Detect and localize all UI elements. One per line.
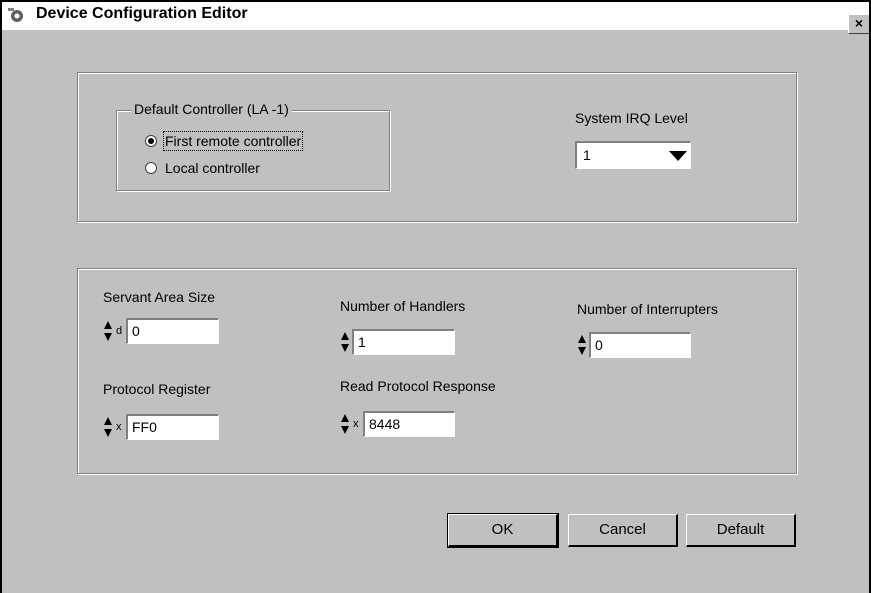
- ok-button[interactable]: OK: [447, 513, 559, 548]
- title-bar[interactable]: Device Configuration Editor ×: [0, 0, 871, 34]
- protocol-register-label: Protocol Register: [103, 381, 211, 397]
- spinner-arrows-icon[interactable]: [103, 416, 113, 438]
- close-button[interactable]: ×: [848, 14, 870, 34]
- number-of-handlers-input[interactable]: 1: [352, 329, 455, 355]
- protocol-register-prefix: x: [116, 421, 122, 433]
- radio-first-remote-controller[interactable]: First remote controller: [145, 131, 304, 151]
- radio-local-controller[interactable]: Local controller: [145, 160, 260, 176]
- default-controller-group: Default Controller (LA -1) First remote …: [116, 101, 390, 191]
- radio-button-checked[interactable]: [145, 135, 157, 147]
- spinner-arrows-icon[interactable]: [340, 413, 350, 435]
- default-controller-legend: Default Controller (LA -1): [131, 101, 292, 117]
- irq-label: System IRQ Level: [575, 110, 688, 126]
- number-of-interrupters-label: Number of Interrupters: [577, 301, 718, 317]
- irq-value: 1: [583, 147, 591, 163]
- servant-area-size-label: Servant Area Size: [103, 289, 216, 305]
- read-protocol-response-label: Read Protocol Response: [340, 378, 496, 394]
- number-of-handlers-label: Number of Handlers: [340, 298, 466, 314]
- dropdown-arrow-icon[interactable]: [669, 151, 687, 161]
- gear-icon: [8, 8, 23, 22]
- irq-select[interactable]: 1: [575, 141, 691, 169]
- device-configuration-window: Device Configuration Editor × Default Co…: [0, 0, 871, 593]
- window-title: Device Configuration Editor: [36, 5, 248, 22]
- radio-button-unchecked[interactable]: [145, 162, 157, 174]
- radio-label-local: Local controller: [165, 160, 260, 176]
- number-of-interrupters-input[interactable]: 0: [589, 332, 691, 358]
- close-icon: ×: [854, 15, 864, 31]
- servant-area-size-prefix: d: [116, 325, 123, 337]
- protocol-register-input[interactable]: FF0: [126, 414, 219, 440]
- default-button[interactable]: Default: [686, 514, 796, 547]
- servant-area-size-input[interactable]: 0: [126, 318, 219, 344]
- read-protocol-response-input[interactable]: 8448: [363, 411, 455, 437]
- spinner-arrows-icon[interactable]: [103, 320, 113, 342]
- window-border: [0, 0, 2, 593]
- spinner-arrows-icon[interactable]: [577, 334, 587, 356]
- radio-label-first-remote: First remote controller: [162, 131, 304, 151]
- read-protocol-response-prefix: x: [353, 418, 359, 430]
- window-border: [0, 0, 871, 2]
- spinner-arrows-icon[interactable]: [340, 331, 350, 353]
- cancel-button[interactable]: Cancel: [568, 514, 678, 547]
